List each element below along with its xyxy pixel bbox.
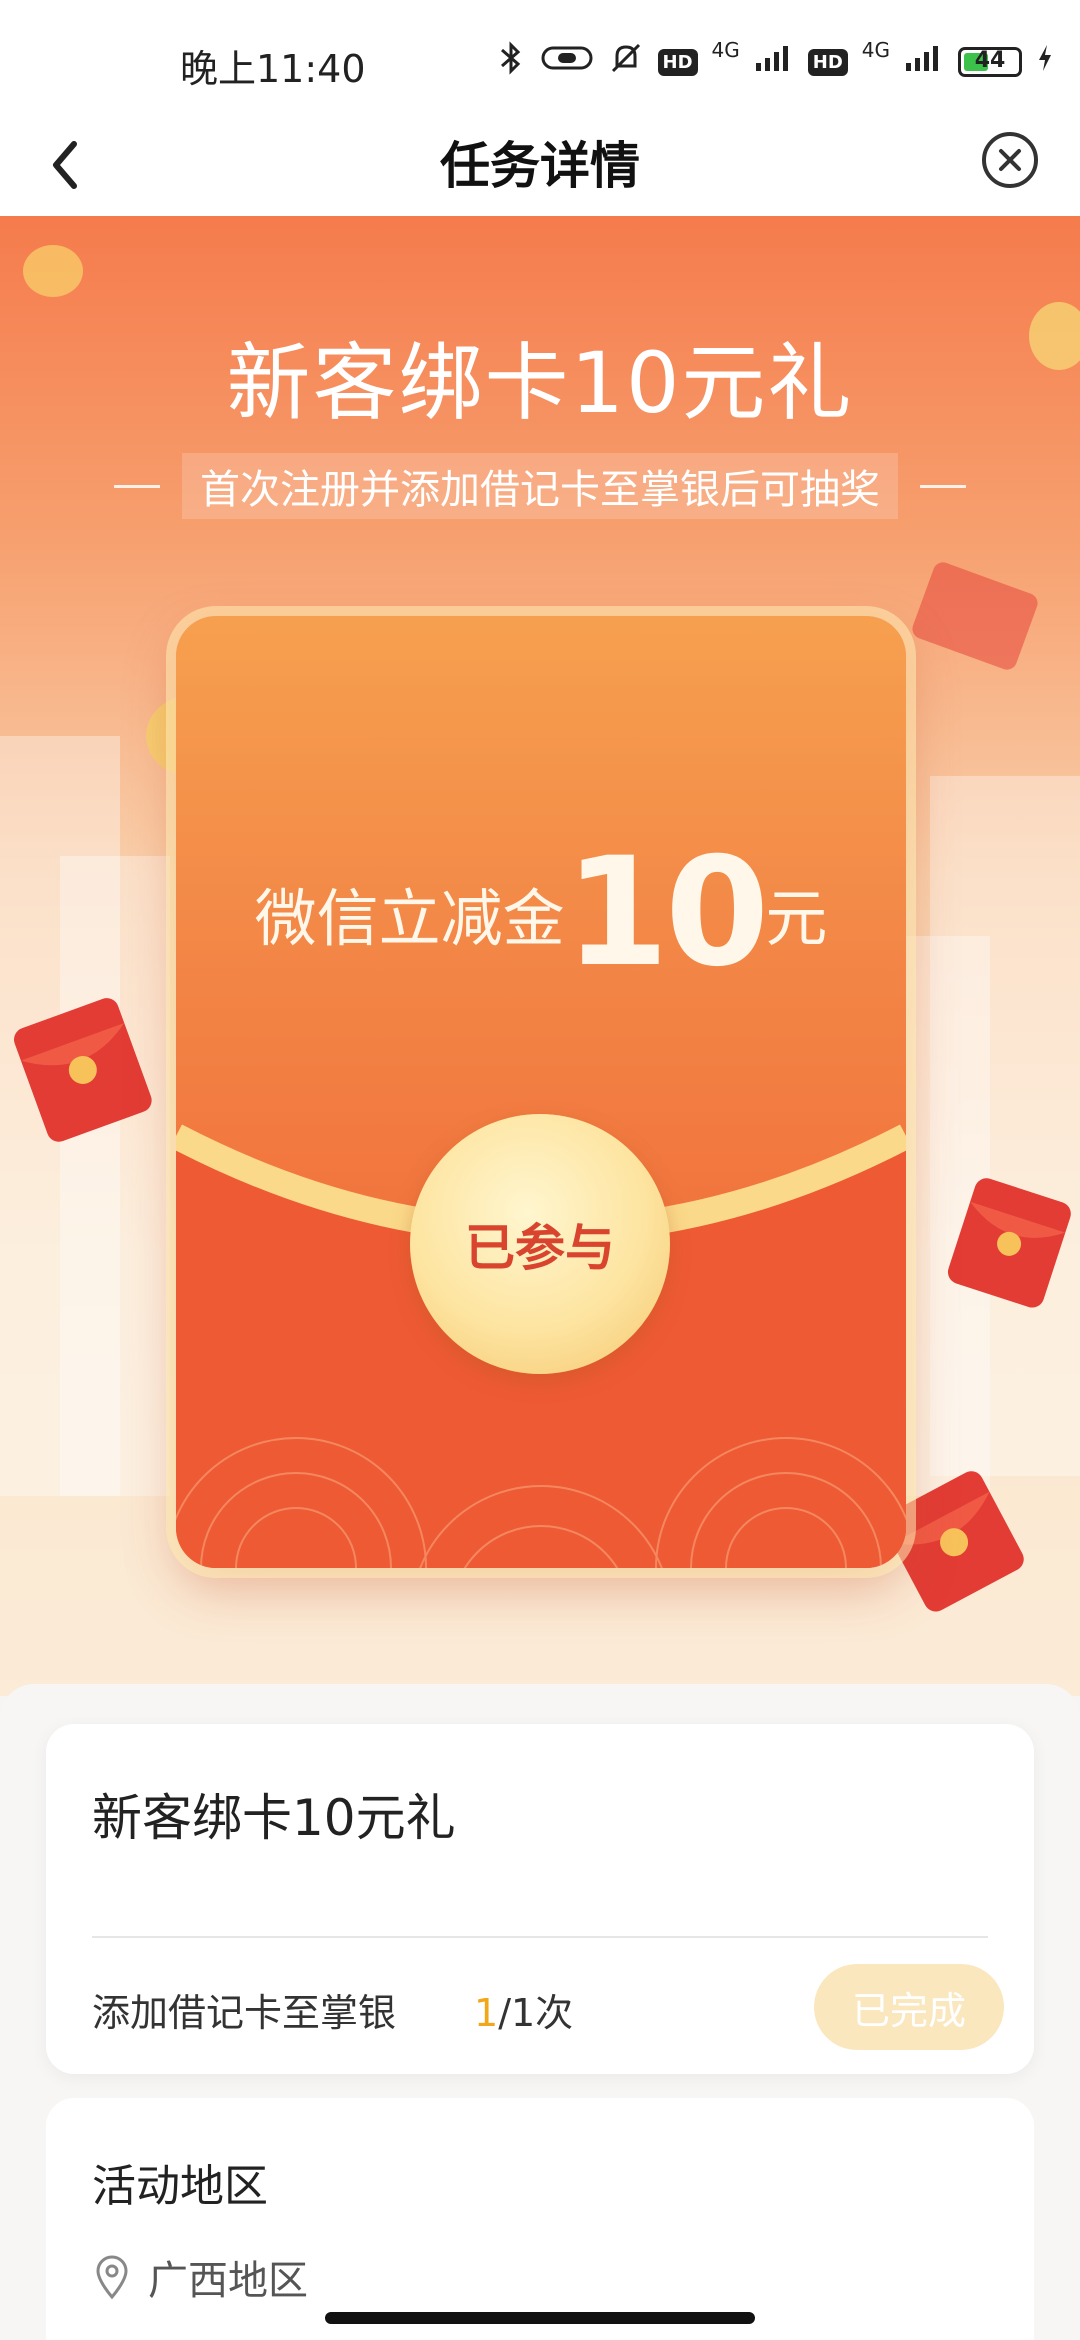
red-envelope-decoration	[13, 998, 152, 1142]
signal-icon-2	[904, 43, 944, 81]
joined-button-label: 已参与	[465, 1219, 615, 1277]
reward-prefix: 微信立减金	[254, 882, 565, 955]
hero-title: 新客绑卡10元礼	[226, 334, 854, 432]
hd-badge-1: HD	[657, 48, 698, 76]
progress-total: /1次	[498, 1991, 574, 2035]
region-value: 广西地区	[148, 2258, 308, 2304]
red-envelope-decoration	[947, 1178, 1071, 1308]
hero-subtitle-row: 首次注册并添加借记卡至掌银后可抽奖	[80, 453, 1000, 519]
hero-subtitle: 首次注册并添加借记卡至掌银后可抽奖	[182, 453, 898, 519]
red-envelope-decoration	[912, 562, 1038, 670]
subtitle-line-left	[114, 484, 160, 488]
status-time: 晚上11:40	[180, 47, 366, 91]
vibrate-icon	[540, 43, 594, 81]
bluetooth-icon	[496, 40, 526, 84]
detail-panel: 新客绑卡10元礼 添加借记卡至掌银 1/1次 已完成 活动地区 广西地区	[0, 1684, 1080, 2340]
completed-button[interactable]: 已完成	[814, 1964, 1004, 2050]
charging-icon	[1036, 43, 1054, 81]
red-packet-card: 微信立减金10元	[176, 616, 906, 1568]
divider	[92, 1936, 988, 1938]
coin-decoration	[23, 245, 83, 297]
signal-icon-1	[754, 43, 794, 81]
hero-banner: ¥ 新客绑卡10元礼 首次注册并添加借记卡至掌银后可抽奖 微信立减金10元 已参…	[0, 216, 1080, 1696]
network-label-1: 4G	[711, 38, 740, 62]
nav-bar: 任务详情	[0, 118, 1080, 216]
network-label-2: 4G	[861, 38, 890, 62]
subtitle-line-right	[920, 484, 966, 488]
region-card: 活动地区 广西地区	[46, 2098, 1034, 2340]
joined-button[interactable]: 已参与	[410, 1114, 670, 1374]
reward-unit: 元	[765, 882, 828, 955]
task-card: 新客绑卡10元礼 添加借记卡至掌银 1/1次 已完成	[46, 1724, 1034, 2074]
task-progress: 1/1次	[474, 1982, 573, 2037]
home-indicator[interactable]	[325, 2312, 755, 2324]
status-icons: HD 4G HD 4G 44	[496, 38, 1055, 84]
region-row: 广西地区	[92, 2248, 308, 2306]
reward-amount: 微信立减金10元	[176, 826, 906, 1000]
progress-done: 1	[474, 1991, 499, 2035]
mute-bell-icon	[608, 40, 644, 84]
close-button[interactable]	[978, 128, 1042, 192]
battery-icon: 44	[958, 47, 1022, 77]
building-decoration	[60, 856, 170, 1496]
close-circle-icon	[982, 132, 1038, 188]
location-pin-icon	[96, 2255, 128, 2300]
region-title: 活动地区	[92, 2161, 268, 2212]
status-bar: 晚上11:40 HD 4G HD 4G 44	[0, 0, 1080, 118]
task-title: 新客绑卡10元礼	[92, 1789, 456, 1847]
reward-number: 10	[564, 826, 770, 1000]
hd-badge-2: HD	[807, 48, 848, 76]
task-description: 添加借记卡至掌银	[92, 1991, 397, 2035]
page-title: 任务详情	[440, 137, 640, 195]
battery-level: 44	[974, 48, 1006, 73]
